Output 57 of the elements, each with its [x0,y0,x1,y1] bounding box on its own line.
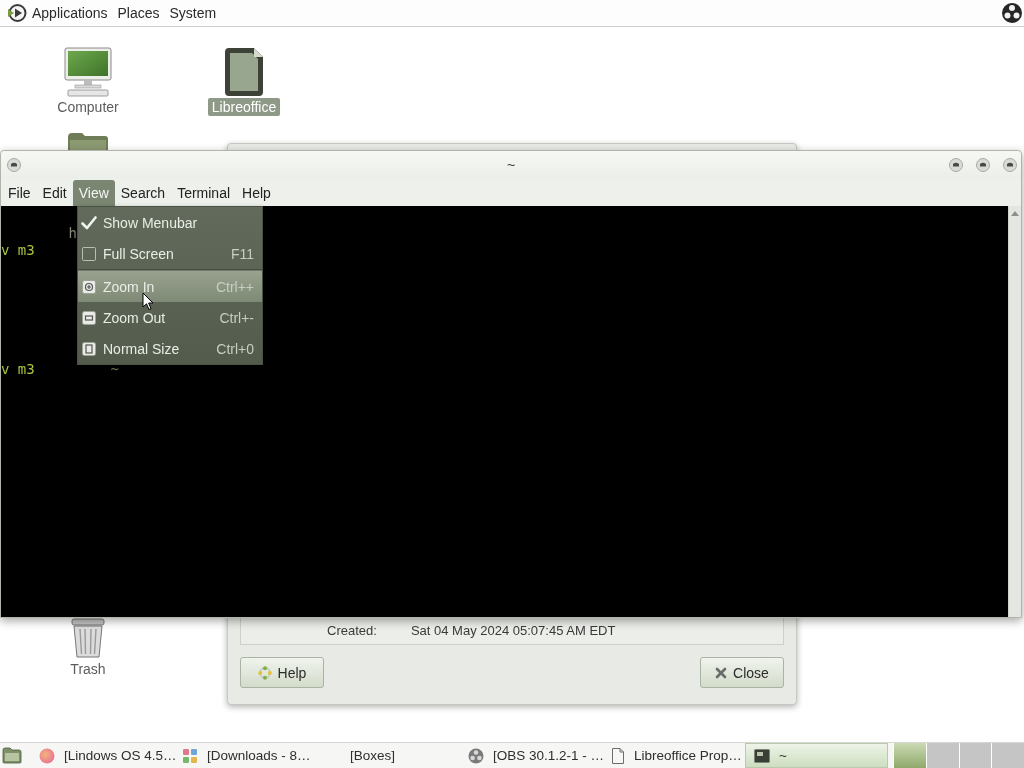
plus-tile-icon [81,279,97,294]
panel-menu[interactable]: Applications [28,5,112,21]
icon-label[interactable]: Trash [66,660,110,678]
color-grid-icon [182,747,198,764]
workspace-button[interactable] [893,743,926,768]
menu-logo-icon[interactable] [7,3,27,23]
menu-item[interactable]: Edit [36,180,73,206]
menu-item[interactable]: Search [114,180,172,206]
folder-icon[interactable] [2,747,22,764]
window-menu-button[interactable] [7,158,21,172]
screen-icon [754,747,770,764]
terminal-text: v m3 [1,361,35,377]
taskbar-button[interactable]: ~ [745,743,888,768]
keyboard-shortcut: F11 [230,245,254,262]
taskbar-button[interactable]: Libreoffice Prop… [602,743,745,768]
field-label: Created: [327,623,377,638]
menu-item[interactable]: File [2,180,37,206]
terminal-text: h [68,225,77,241]
swirl-icon [468,747,484,764]
window-title: ~ [506,157,516,173]
x-icon [715,666,728,679]
menu-option[interactable]: Normal Size Ctrl+0 [78,333,262,364]
terminal-text: v m3 [1,242,35,258]
menu-item[interactable]: Terminal [171,180,237,206]
panel-menu[interactable]: Places [113,5,164,21]
keyboard-shortcut: Ctrl+0 [216,340,254,357]
taskbar-button[interactable]: [Boxes] [316,743,459,768]
ball-icon [39,747,55,764]
help-button[interactable]: Help [240,657,324,688]
minimize-button[interactable] [949,158,963,172]
close-button[interactable] [1003,158,1017,172]
taskbar-button[interactable]: [Lindows OS 4.5… [30,743,173,768]
field-value: Sat 04 May 2024 05:07:45 AM EDT [410,623,616,638]
menu-item[interactable]: Help [236,180,277,206]
minus-tile-icon [81,310,97,325]
terminal-text: ~ [110,361,119,377]
page-tile-icon [81,341,97,356]
swirl-logo-icon[interactable] [1002,3,1022,23]
panel-menu[interactable]: System [165,5,221,21]
maximize-button[interactable] [976,158,990,172]
menu-option[interactable]: Full Screen F11 [78,238,262,269]
keyboard-shortcut: Ctrl++ [215,278,254,295]
computer-icon[interactable] [64,47,112,97]
caret-up-icon[interactable] [1011,211,1019,216]
taskbar-button[interactable]: [OBS 30.1.2-1 - … [459,743,602,768]
icon-label[interactable]: Computer [53,98,123,116]
mouse-pointer-icon [142,292,154,311]
keyboard-shortcut: Ctrl+- [219,309,254,326]
folder-icon[interactable] [66,132,110,150]
page-icon [611,747,625,764]
menu-option[interactable]: Show Menubar [78,207,262,238]
ring-icon [257,665,272,680]
close-button[interactable]: Close [700,657,784,688]
trash-icon[interactable] [68,617,108,659]
document-icon[interactable] [224,47,264,97]
scrollbar[interactable] [1008,206,1021,617]
menu-item[interactable]: View [72,180,115,206]
